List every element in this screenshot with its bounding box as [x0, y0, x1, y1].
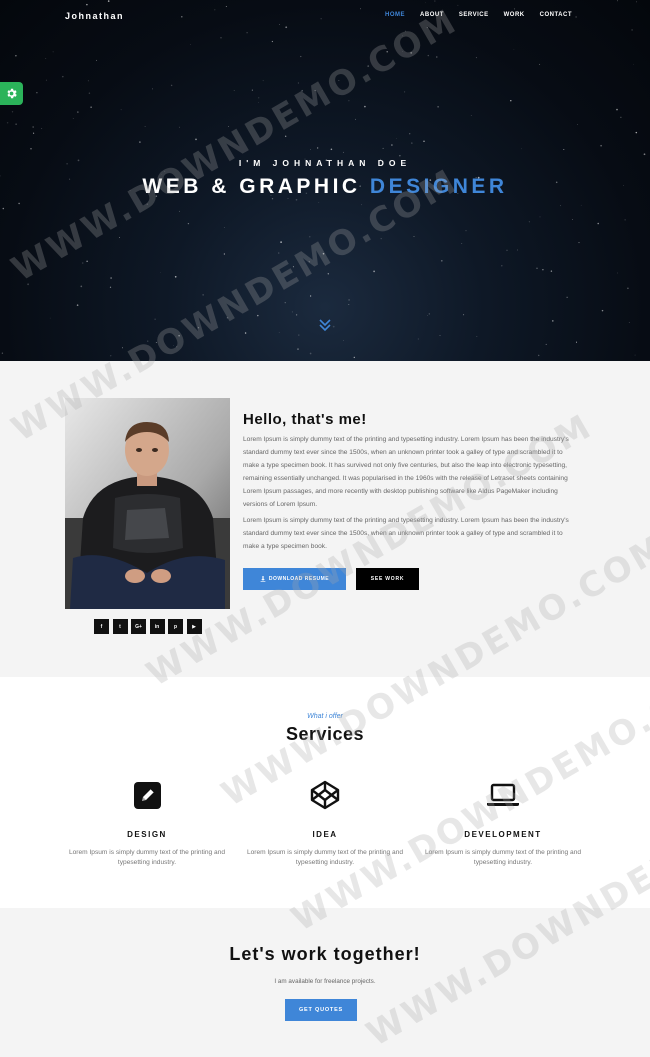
nav-item-about[interactable]: ABOUT [420, 12, 444, 18]
twitter-icon[interactable]: t [112, 619, 128, 634]
cta-subtitle: I am available for freelance projects. [274, 978, 376, 985]
hero-title-highlight: DESIGNER [369, 175, 508, 198]
hero-title-main: WEB & GRAPHIC [142, 175, 370, 198]
service-item-idea: IDEA Lorem Ipsum is simply dummy text of… [235, 779, 415, 868]
youtube-icon[interactable]: ▶ [186, 619, 202, 634]
services-eyebrow: What i offer [307, 713, 343, 720]
profile-photo [65, 398, 230, 609]
linkedin-icon[interactable]: in [149, 619, 165, 634]
get-quotes-button[interactable]: GET QUOTES [285, 999, 357, 1021]
about-title: Hello, that's me! [243, 411, 367, 428]
service-description: Lorem Ipsum is simply dummy text of the … [246, 849, 404, 866]
download-icon [260, 576, 266, 582]
cta-title: Let's work together! [229, 944, 421, 964]
about-paragraph-1: Lorem Ipsum is simply dummy text of the … [243, 436, 569, 508]
hero-title: WEB & GRAPHIC DESIGNER [0, 175, 650, 199]
laptop-icon [487, 783, 519, 806]
cta-section: Let's work together! I am available for … [0, 908, 650, 1057]
hero-subtitle: I'M JOHNATHAN DOE [238, 158, 412, 168]
main-nav: HOME ABOUT SERVICE WORK CONTACT [385, 12, 572, 18]
hero-section: Johnathan HOME ABOUT SERVICE WORK CONTAC… [0, 0, 650, 361]
settings-toggle-button[interactable] [0, 82, 23, 105]
download-resume-label: DOWNLOAD RESUME [268, 576, 330, 582]
nav-item-home[interactable]: HOME [385, 12, 405, 18]
google-plus-icon[interactable]: G+ [131, 619, 146, 634]
nav-item-contact[interactable]: CONTACT [540, 12, 572, 18]
gear-icon [7, 88, 17, 99]
about-section: f t G+ in p ▶ Hello, that's me! Lorem Ip… [0, 361, 650, 677]
about-paragraph-2: Lorem Ipsum is simply dummy text of the … [243, 517, 569, 550]
codepen-cube-icon [310, 780, 340, 810]
service-name: IDEA [312, 830, 338, 839]
brand-logo[interactable]: Johnathan [65, 11, 124, 21]
service-name: DEVELOPMENT [464, 830, 542, 839]
pinterest-icon[interactable]: p [168, 619, 183, 634]
services-title: Services [285, 724, 365, 744]
see-work-button[interactable]: SEE WORK [356, 568, 419, 590]
pencil-square-icon [133, 781, 161, 809]
download-resume-button[interactable]: DOWNLOAD RESUME [243, 568, 346, 590]
facebook-icon[interactable]: f [94, 619, 109, 634]
double-chevron-down-icon[interactable] [318, 318, 332, 332]
nav-item-service[interactable]: SERVICE [459, 12, 489, 18]
social-links: f t G+ in p ▶ [94, 619, 202, 634]
nav-item-work[interactable]: WORK [504, 12, 525, 18]
service-item-development: DEVELOPMENT Lorem Ipsum is simply dummy … [413, 779, 593, 868]
services-section: What i offer Services DESIGN Lorem Ipsum… [0, 677, 650, 908]
service-name: DESIGN [127, 830, 167, 839]
service-description: Lorem Ipsum is simply dummy text of the … [424, 849, 582, 866]
service-description: Lorem Ipsum is simply dummy text of the … [68, 849, 226, 866]
service-item-design: DESIGN Lorem Ipsum is simply dummy text … [57, 779, 237, 868]
